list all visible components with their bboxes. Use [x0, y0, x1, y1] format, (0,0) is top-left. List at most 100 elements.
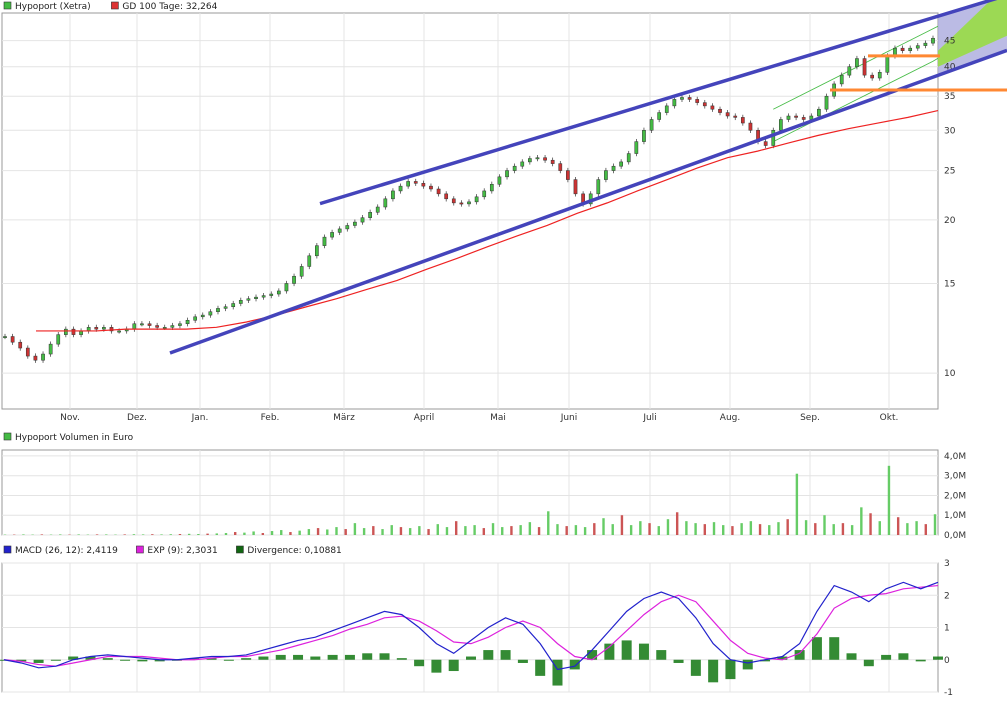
candle-body	[178, 323, 182, 326]
volume-bar	[454, 521, 458, 535]
divergence-bar	[431, 659, 442, 673]
volume-bar	[694, 523, 697, 535]
price-panel-frame	[1, 12, 939, 410]
candle-body	[573, 179, 578, 195]
candle-body	[725, 112, 730, 117]
divergence-bar	[396, 658, 407, 660]
candle-body	[558, 163, 563, 171]
candle-body	[855, 58, 859, 67]
candle-body	[520, 161, 525, 167]
candle-body	[695, 99, 700, 103]
divergence-bar	[517, 659, 528, 663]
candle-body	[185, 320, 190, 325]
volume-bar	[381, 529, 384, 535]
candle-body	[596, 179, 601, 195]
volume-bar	[123, 534, 126, 535]
divergence-bar	[656, 650, 667, 660]
candle-body	[276, 290, 281, 295]
candle-body	[619, 161, 623, 167]
volume-bar	[722, 525, 725, 535]
candle-body	[56, 334, 61, 345]
x-tick-label: Okt.	[880, 413, 899, 423]
divergence-bar	[708, 659, 719, 683]
macd-y-tick-label: 1	[944, 624, 950, 634]
candle-body	[375, 206, 380, 213]
volume-bar	[233, 532, 237, 535]
price-y-tick-label: 20	[944, 216, 956, 226]
volume-bar	[887, 465, 891, 535]
divergence-bar	[690, 659, 701, 676]
candle-body	[223, 306, 228, 309]
volume-bar	[261, 533, 265, 535]
candle-body	[391, 190, 395, 200]
divergence-bar	[379, 653, 390, 660]
candle-body	[702, 102, 707, 107]
candle-body	[664, 105, 669, 113]
candle-body	[25, 347, 30, 357]
legend-label: EXP (9): 2,3031	[147, 546, 217, 556]
volume-bar	[316, 528, 320, 535]
candle-body	[528, 158, 532, 163]
candle-body	[147, 323, 152, 326]
volume-y-tick-label: 4,0M	[944, 452, 966, 462]
candle-body	[299, 266, 304, 277]
candle-body	[862, 58, 867, 76]
divergence-bar	[569, 659, 580, 670]
candle-body	[18, 341, 23, 349]
candle-body	[284, 283, 289, 292]
volume-bar	[22, 534, 25, 535]
candle-body	[345, 225, 350, 230]
candle-body	[368, 212, 372, 218]
divergence-bar	[898, 653, 909, 660]
volume-bar	[326, 529, 329, 535]
volume-bar	[547, 511, 550, 535]
volume-bar	[132, 534, 136, 535]
volume-bar	[335, 527, 338, 535]
candle-body	[931, 37, 935, 44]
legend-swatch	[3, 432, 12, 441]
candle-body	[238, 300, 243, 304]
candle-body	[315, 245, 319, 257]
volume-bar	[77, 534, 80, 535]
divergence-bar	[725, 659, 736, 680]
divergence-bar	[414, 659, 425, 667]
volume-bar	[823, 515, 826, 535]
divergence-bar	[241, 658, 252, 660]
volume-bar	[464, 526, 467, 535]
candle-body	[543, 157, 547, 161]
divergence-bar	[500, 650, 511, 660]
legend-swatch	[3, 1, 12, 10]
x-tick-label: Mai	[490, 413, 506, 423]
volume-bar	[40, 534, 44, 535]
candle-body	[444, 193, 449, 200]
volume-bar	[353, 523, 357, 535]
volume-bar	[510, 526, 513, 535]
candle-body	[307, 255, 312, 267]
volume-bar	[915, 521, 918, 535]
candle-body	[48, 343, 53, 355]
volume-bar	[169, 534, 172, 535]
volume-bar	[602, 518, 605, 535]
candle-body	[733, 115, 738, 118]
divergence-bar	[587, 650, 598, 660]
candle-body	[512, 165, 517, 171]
candle-body	[94, 327, 99, 330]
candle-body	[626, 153, 631, 163]
x-tick-label: Juni	[560, 413, 578, 423]
volume-bar	[482, 528, 486, 535]
candle-body	[208, 311, 213, 316]
candle-body	[566, 170, 570, 180]
macd-y-tick-label: 3	[944, 559, 950, 569]
candle-body	[421, 183, 426, 187]
volume-bar	[473, 525, 476, 535]
volume-bar	[795, 473, 799, 535]
candle-body	[360, 217, 365, 223]
candle-body	[763, 141, 768, 146]
divergence-bar	[275, 654, 286, 660]
volume-bar	[501, 527, 504, 535]
legend-swatch	[236, 545, 244, 554]
divergence-bar	[483, 650, 494, 660]
volume-bar	[878, 521, 881, 535]
volume-bar	[666, 519, 670, 535]
macd-y-tick-label: -1	[944, 688, 953, 698]
